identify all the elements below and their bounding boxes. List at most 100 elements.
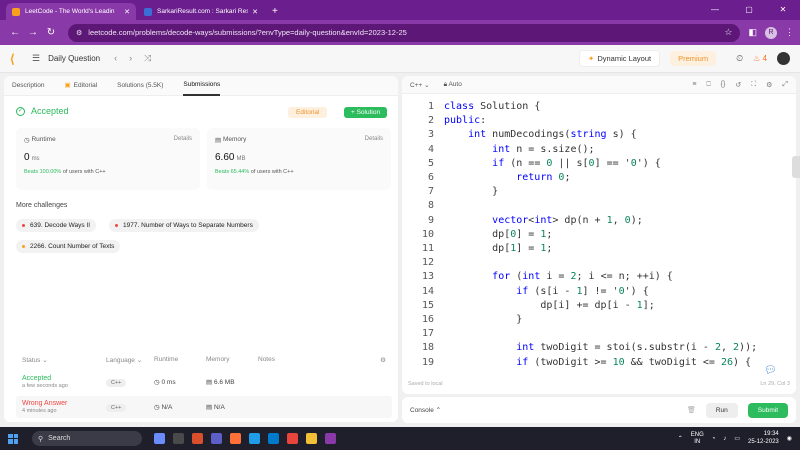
next-problem-icon[interactable]: › bbox=[129, 53, 132, 64]
site-info-icon[interactable]: ⚙ bbox=[76, 29, 82, 37]
code-line[interactable]: 7 } bbox=[412, 185, 757, 199]
url-input[interactable]: ⚙ leetcode.com/problems/decode-ways/subm… bbox=[68, 23, 741, 42]
table-row[interactable]: Wrong Answer 4 minutes ago C++ ◷ N/A ▤ N… bbox=[16, 396, 392, 418]
prev-problem-icon[interactable]: ‹ bbox=[114, 53, 117, 64]
tab-submissions[interactable]: Submissions bbox=[183, 76, 221, 96]
tab-editorial[interactable]: ▣ Editorial bbox=[65, 76, 98, 96]
run-button[interactable]: Run bbox=[705, 402, 738, 418]
editorial-button[interactable]: Editorial bbox=[288, 107, 328, 118]
maximize-icon[interactable]: ▢ bbox=[732, 0, 766, 20]
line-number: 12 bbox=[421, 257, 434, 269]
solution-button[interactable]: + Solution bbox=[344, 107, 388, 118]
code-line[interactable]: 18 int twoDigit = stoi(s.substr(i - 2, 2… bbox=[412, 341, 757, 355]
code-line[interactable]: 5 if (n == 0 || s[0] == '0') { bbox=[412, 157, 757, 171]
clock[interactable]: 19:34 25-12-2023 bbox=[748, 431, 779, 446]
status-column-header[interactable]: Status ⌄ bbox=[16, 356, 106, 364]
code-line[interactable]: 9 vector<int> dp(n + 1, 0); bbox=[412, 214, 757, 228]
code-line[interactable]: 13 for (int i = 2; i <= n; ++i) { bbox=[412, 270, 757, 284]
leetcode-logo-icon[interactable]: ⟨ bbox=[10, 52, 22, 66]
memory-cell-value: N/A bbox=[213, 404, 225, 411]
menu-dots-icon[interactable]: ⋮ bbox=[785, 27, 794, 38]
submit-button[interactable]: Submit bbox=[747, 402, 788, 418]
notification-icon[interactable]: ◉ bbox=[787, 435, 792, 442]
code-line[interactable]: 2 public: bbox=[412, 114, 757, 128]
new-tab-button[interactable]: + bbox=[272, 6, 278, 17]
bookmark-star-icon[interactable]: ☆ bbox=[724, 27, 732, 38]
trash-icon[interactable]: 🗑︎ bbox=[687, 406, 696, 414]
user-avatar[interactable] bbox=[777, 52, 790, 65]
forward-arrow-icon[interactable]: → bbox=[24, 27, 42, 38]
code-line[interactable]: 15 dp[i] += dp[i - 1]; bbox=[412, 299, 757, 313]
sidepanel-icon[interactable]: ◧ bbox=[748, 27, 757, 38]
chrome-icon[interactable] bbox=[287, 433, 298, 444]
code-line[interactable]: 6 return 0; bbox=[412, 171, 757, 185]
runtime-cell: ◷ 0 ms bbox=[154, 378, 206, 386]
dynamic-layout-button[interactable]: ✦ Dynamic Layout bbox=[579, 50, 661, 67]
browser-tab-leetcode[interactable]: LeetCode - The World's Leadin ✕ bbox=[6, 3, 136, 20]
close-icon[interactable]: ✕ bbox=[252, 8, 258, 16]
language-column-header[interactable]: Language ⌄ bbox=[106, 356, 154, 364]
browser-tab-sarkari[interactable]: SarkariResult.com : Sarkari Resu ✕ bbox=[138, 3, 264, 20]
challenge-chip[interactable]: 1977. Number of Ways to Separate Numbers bbox=[109, 219, 259, 232]
memory-details-link[interactable]: Details bbox=[365, 136, 383, 144]
code-line[interactable]: 20 dp[i] += dp[i - 2]; bbox=[412, 370, 757, 372]
list-icon[interactable]: ☰ bbox=[32, 53, 40, 64]
code-line[interactable]: 3 int numDecodings(string s) { bbox=[412, 128, 757, 142]
challenge-chip[interactable]: 2266. Count Number of Texts bbox=[16, 240, 121, 253]
code-line[interactable]: 10 dp[0] = 1; bbox=[412, 228, 757, 242]
taskbar-search[interactable]: ⚲ Search bbox=[32, 431, 142, 446]
chrome-profile-icon[interactable] bbox=[325, 433, 336, 444]
daily-question-label[interactable]: Daily Question bbox=[48, 54, 100, 63]
console-toggle[interactable]: Console ⌃ bbox=[410, 406, 441, 414]
submission-status[interactable]: Wrong Answer bbox=[22, 400, 106, 407]
code-line[interactable]: 12 bbox=[412, 256, 757, 270]
profile-avatar[interactable]: R bbox=[765, 26, 777, 39]
code-line[interactable]: 1 class Solution { bbox=[412, 100, 757, 114]
chat-icon[interactable]: 💬︎ bbox=[764, 365, 777, 376]
code-line[interactable]: 17 bbox=[412, 327, 757, 341]
back-arrow-icon[interactable]: ← bbox=[6, 27, 24, 38]
premium-button[interactable]: Premium bbox=[670, 51, 717, 66]
code-area[interactable]: 1 class Solution {2 public: 3 int numDecodi… bbox=[412, 100, 757, 371]
table-row[interactable]: Accepted a few seconds ago C++ ◷ 0 ms ▤ … bbox=[16, 371, 392, 393]
code-line[interactable]: 8 bbox=[412, 199, 757, 213]
windows-start-icon[interactable] bbox=[8, 433, 18, 444]
challenge-chip[interactable]: 639. Decode Ways II bbox=[16, 219, 97, 232]
windows-taskbar: ⚲ Search ⌃ ENG IN ◔ ♪ ▭ 19:34 25-12-2023… bbox=[0, 427, 800, 450]
vscode-icon[interactable] bbox=[268, 433, 279, 444]
timer-icon[interactable]: ⏲ bbox=[736, 53, 743, 64]
settings-gear-icon[interactable]: ⚙ bbox=[380, 356, 386, 364]
side-panel-tab[interactable] bbox=[792, 156, 800, 178]
runtime-details-link[interactable]: Details bbox=[174, 136, 192, 144]
code-line[interactable]: 4 int n = s.size(); bbox=[412, 143, 757, 157]
tab-solutions[interactable]: Solutions (5.5K) bbox=[117, 76, 163, 96]
language-indicator[interactable]: ENG IN bbox=[691, 432, 704, 446]
reload-icon[interactable]: ↻ bbox=[42, 27, 60, 38]
code-line[interactable]: 16 } bbox=[412, 313, 757, 327]
streak-counter[interactable]: ♨ 4 bbox=[753, 54, 767, 63]
firefox-icon[interactable] bbox=[230, 433, 241, 444]
memory-cell: ▤ 6.6 MB bbox=[206, 378, 256, 386]
wifi-icon[interactable]: ◔ bbox=[712, 436, 716, 442]
file-explorer-icon[interactable] bbox=[306, 433, 317, 444]
edge-icon[interactable] bbox=[249, 433, 260, 444]
volume-icon[interactable]: ♪ bbox=[723, 436, 726, 442]
chip-icon: ▤ bbox=[206, 404, 214, 411]
shuffle-icon[interactable]: ⤨ bbox=[144, 53, 151, 64]
close-icon[interactable]: ✕ bbox=[124, 8, 130, 16]
code-viewport[interactable]: 1 class Solution {2 public: 3 int numDecodi… bbox=[402, 76, 796, 371]
code-line[interactable]: 14 if (s[i - 1] != '0') { bbox=[412, 285, 757, 299]
minimize-icon[interactable]: — bbox=[698, 0, 732, 20]
task-view-icon[interactable] bbox=[173, 433, 184, 444]
tab-description[interactable]: Description bbox=[12, 76, 45, 96]
close-window-icon[interactable]: ✕ bbox=[766, 0, 800, 20]
submission-status[interactable]: Accepted bbox=[22, 375, 106, 382]
brave-browser-icon[interactable] bbox=[192, 433, 203, 444]
code-line[interactable]: 11 dp[1] = 1; bbox=[412, 242, 757, 256]
tray-chevron-icon[interactable]: ⌃ bbox=[678, 435, 683, 442]
teams-icon[interactable] bbox=[211, 433, 222, 444]
widgets-icon[interactable] bbox=[154, 433, 165, 444]
battery-icon[interactable]: ▭ bbox=[734, 435, 740, 442]
code-line[interactable]: 19 if (twoDigit >= 10 && twoDigit <= 26)… bbox=[412, 356, 757, 370]
status-cell: Wrong Answer 4 minutes ago bbox=[16, 400, 106, 414]
